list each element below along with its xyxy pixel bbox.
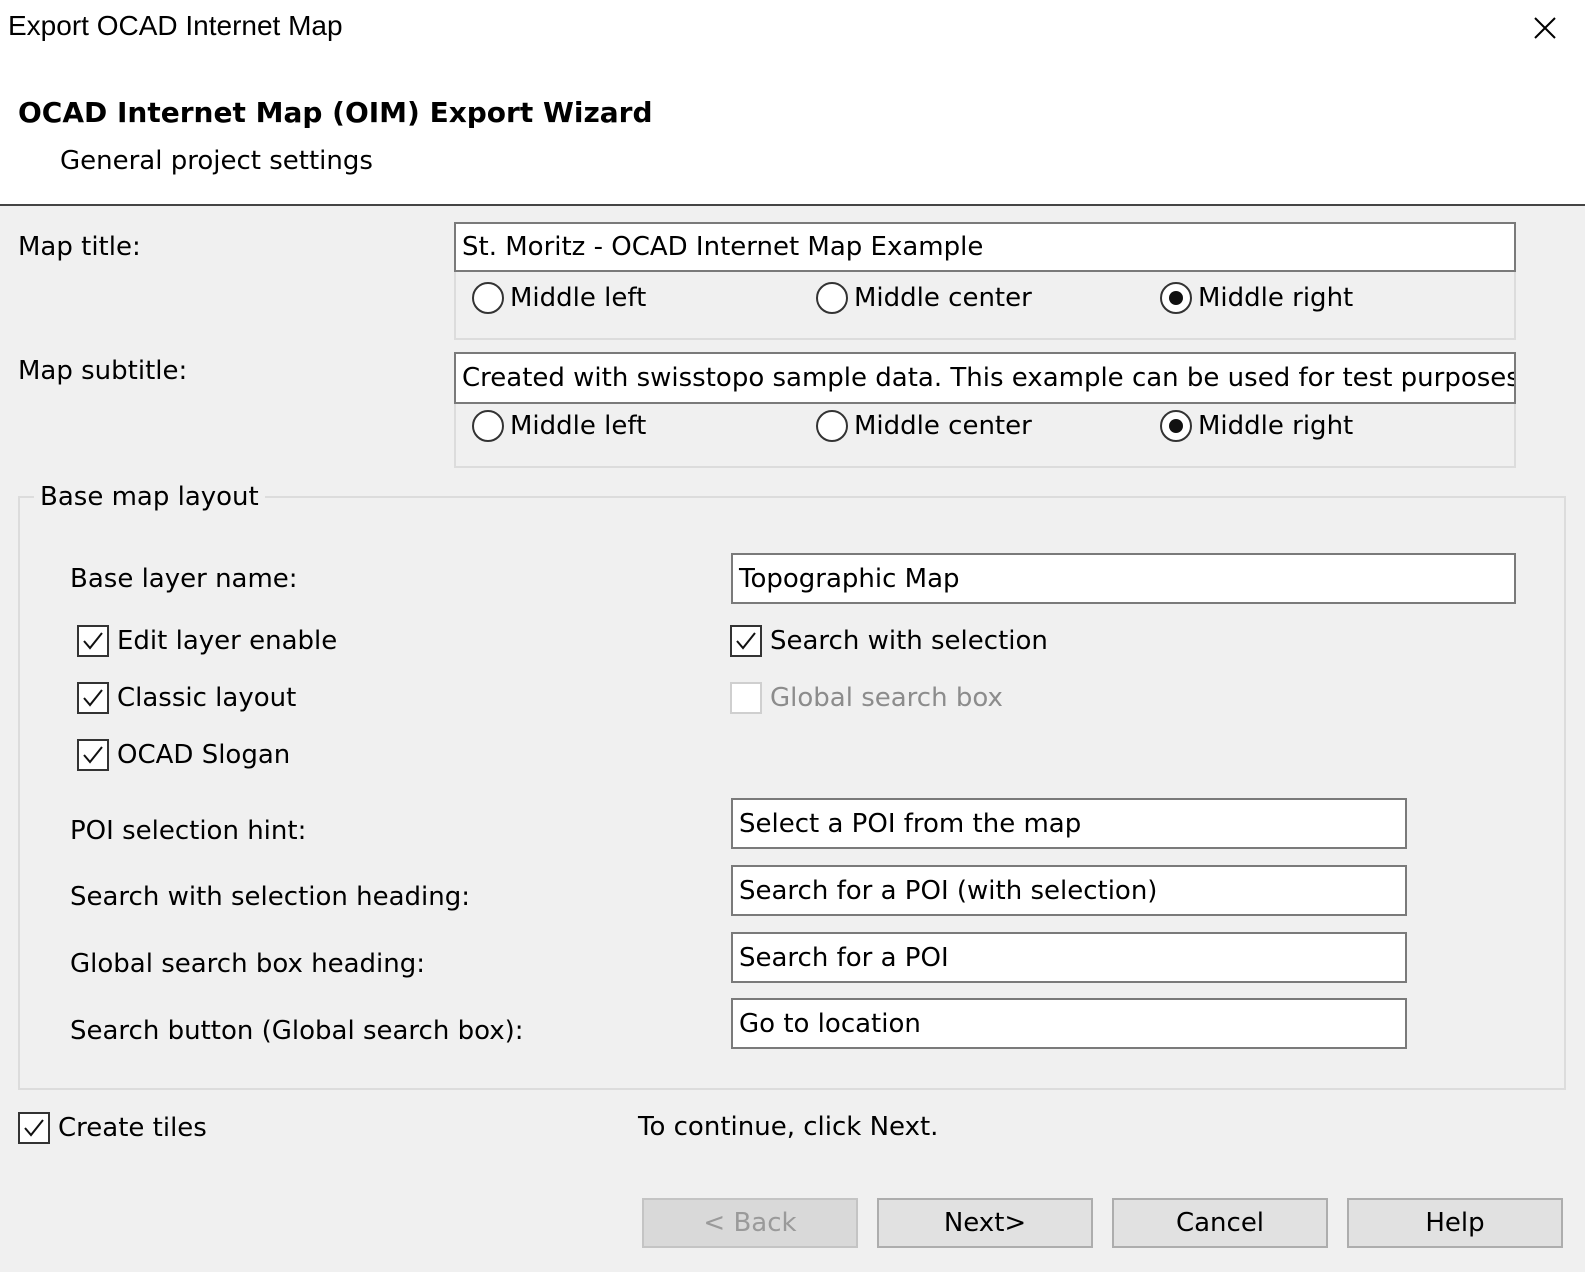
radio-icon: [816, 410, 848, 442]
wizard-header: OCAD Internet Map (OIM) Export Wizard Ge…: [0, 56, 1585, 206]
map-title-radio-middle-left[interactable]: Middle left: [472, 282, 646, 314]
radio-label: Middle center: [854, 411, 1032, 441]
map-title-input[interactable]: St. Moritz - OCAD Internet Map Example: [454, 222, 1516, 272]
create-tiles-checkbox[interactable]: Create tiles: [18, 1112, 207, 1144]
checkbox-checked-icon: [77, 739, 109, 771]
checkbox-label: Classic layout: [117, 683, 297, 713]
base-layer-name-input[interactable]: Topographic Map: [731, 553, 1516, 604]
back-button[interactable]: < Back: [642, 1198, 858, 1248]
close-button[interactable]: [1505, 0, 1585, 56]
radio-selected-icon: [1160, 282, 1192, 314]
global-search-box-heading-input[interactable]: Search for a POI: [731, 932, 1407, 983]
checkbox-label: OCAD Slogan: [117, 740, 291, 770]
continue-hint: To continue, click Next.: [638, 1112, 939, 1142]
map-title-label: Map title:: [18, 232, 141, 262]
base-map-layout-legend: Base map layout: [34, 482, 265, 512]
poi-selection-hint-input[interactable]: Select a POI from the map: [731, 798, 1407, 849]
map-subtitle-radio-middle-right[interactable]: Middle right: [1160, 410, 1353, 442]
classic-layout-checkbox[interactable]: Classic layout: [77, 682, 296, 714]
base-layer-name-label: Base layer name:: [70, 564, 298, 594]
poi-selection-hint-label: POI selection hint:: [70, 816, 307, 846]
title-bar: Export OCAD Internet Map: [0, 0, 1585, 56]
checkbox-checked-icon: [77, 682, 109, 714]
help-button[interactable]: Help: [1347, 1198, 1563, 1248]
ocad-slogan-checkbox[interactable]: OCAD Slogan: [77, 739, 290, 771]
search-with-selection-heading-input[interactable]: Search for a POI (with selection): [731, 865, 1407, 916]
radio-icon: [472, 410, 504, 442]
radio-label: Middle center: [854, 283, 1032, 313]
checkbox-checked-icon: [77, 625, 109, 657]
map-title-radio-middle-right[interactable]: Middle right: [1160, 282, 1353, 314]
search-with-selection-heading-label: Search with selection heading:: [70, 882, 471, 912]
checkbox-unchecked-icon: [730, 682, 762, 714]
edit-layer-enable-checkbox[interactable]: Edit layer enable: [77, 625, 337, 657]
search-button-label: Search button (Global search box):: [70, 1016, 524, 1046]
radio-selected-icon: [1160, 410, 1192, 442]
radio-label: Middle left: [510, 411, 647, 441]
window-title: Export OCAD Internet Map: [8, 10, 343, 41]
wizard-title: OCAD Internet Map (OIM) Export Wizard: [18, 96, 653, 129]
map-subtitle-radio-middle-left[interactable]: Middle left: [472, 410, 646, 442]
checkbox-checked-icon: [730, 625, 762, 657]
global-search-box-checkbox: Global search box: [730, 682, 1003, 714]
map-subtitle-label: Map subtitle:: [18, 356, 188, 386]
wizard-subtitle: General project settings: [60, 146, 373, 176]
checkbox-label: Search with selection: [770, 626, 1048, 656]
map-subtitle-input[interactable]: Created with swisstopo sample data. This…: [454, 352, 1516, 404]
radio-label: Middle right: [1198, 411, 1354, 441]
checkbox-label: Create tiles: [58, 1113, 207, 1143]
cancel-button[interactable]: Cancel: [1112, 1198, 1328, 1248]
map-subtitle-radio-middle-center[interactable]: Middle center: [816, 410, 1032, 442]
radio-icon: [816, 282, 848, 314]
radio-icon: [472, 282, 504, 314]
checkbox-label: Global search box: [770, 683, 1003, 713]
global-search-box-heading-label: Global search box heading:: [70, 949, 425, 979]
close-icon: [1534, 17, 1556, 39]
search-button-text-input[interactable]: Go to location: [731, 998, 1407, 1049]
radio-label: Middle right: [1198, 283, 1354, 313]
checkbox-checked-icon: [18, 1112, 50, 1144]
checkbox-label: Edit layer enable: [117, 626, 338, 656]
next-button[interactable]: Next>: [877, 1198, 1093, 1248]
map-title-radio-middle-center[interactable]: Middle center: [816, 282, 1032, 314]
radio-label: Middle left: [510, 283, 647, 313]
search-with-selection-checkbox[interactable]: Search with selection: [730, 625, 1048, 657]
